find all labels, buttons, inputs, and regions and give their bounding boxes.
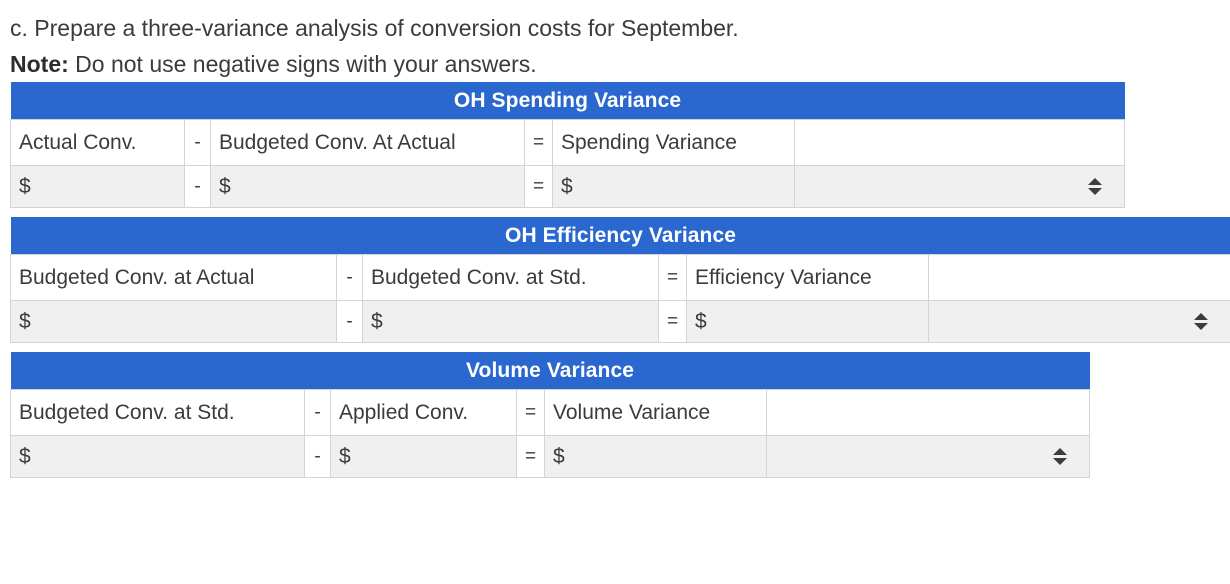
input-term1[interactable]: $: [10, 435, 305, 478]
input-term2[interactable]: $: [330, 435, 517, 478]
operator-equals: =: [516, 435, 545, 478]
operator-minus: -: [304, 435, 331, 478]
oh-spending-variance-table: OH Spending Variance Actual Conv. - Budg…: [10, 82, 1126, 208]
table-title-row: OH Spending Variance: [10, 82, 1125, 120]
table-input-row: $ - $ = $: [10, 435, 1091, 478]
note-label: Note:: [10, 51, 69, 77]
input-result[interactable]: $: [552, 165, 795, 208]
header-term1: Actual Conv.: [10, 119, 185, 166]
variance-type-select[interactable]: [765, 435, 1091, 478]
operator-minus: -: [336, 300, 363, 343]
operator-equals: =: [524, 165, 553, 208]
up-down-arrows-icon: [1194, 311, 1209, 333]
operator-minus: -: [184, 165, 211, 208]
table-title: OH Spending Variance: [10, 82, 1125, 120]
currency-symbol: $: [219, 174, 231, 198]
note-text: Do not use negative signs with your answ…: [68, 51, 537, 77]
input-result[interactable]: $: [544, 435, 767, 478]
variance-type-select[interactable]: [927, 300, 1230, 343]
input-term1[interactable]: $: [10, 165, 185, 208]
header-operator-equals: =: [516, 389, 545, 436]
header-operator-minus: -: [184, 119, 211, 166]
header-select-blank: [765, 389, 1091, 436]
up-down-arrows-icon: [1088, 176, 1103, 198]
input-result[interactable]: $: [686, 300, 929, 343]
table-title-row: Volume Variance: [10, 352, 1090, 390]
input-term2[interactable]: $: [210, 165, 525, 208]
header-term1: Budgeted Conv. at Std.: [10, 389, 305, 436]
input-term1[interactable]: $: [10, 300, 337, 343]
oh-efficiency-variance-table: OH Efficiency Variance Budgeted Conv. at…: [10, 217, 1230, 343]
currency-symbol: $: [339, 444, 351, 468]
currency-symbol: $: [695, 309, 707, 333]
note-line: Note: Do not use negative signs with you…: [10, 46, 1230, 82]
table-title-row: OH Efficiency Variance: [10, 217, 1230, 255]
header-select-blank: [793, 119, 1126, 166]
up-down-arrows-icon: [1053, 446, 1068, 468]
table-header-row: Budgeted Conv. at Actual - Budgeted Conv…: [10, 254, 1230, 301]
header-operator-minus: -: [336, 254, 363, 301]
header-term2: Budgeted Conv. At Actual: [210, 119, 525, 166]
table-header-row: Actual Conv. - Budgeted Conv. At Actual …: [10, 119, 1126, 166]
table-title: Volume Variance: [10, 352, 1090, 390]
table-title: OH Efficiency Variance: [10, 217, 1230, 255]
operator-equals: =: [658, 300, 687, 343]
header-operator-equals: =: [524, 119, 553, 166]
table-header-row: Budgeted Conv. at Std. - Applied Conv. =…: [10, 389, 1091, 436]
intro-text-block: c. Prepare a three-variance analysis of …: [0, 0, 1230, 82]
header-result: Efficiency Variance: [686, 254, 929, 301]
header-term1: Budgeted Conv. at Actual: [10, 254, 337, 301]
currency-symbol: $: [371, 309, 383, 333]
worksheet-page: c. Prepare a three-variance analysis of …: [0, 0, 1230, 584]
currency-symbol: $: [19, 174, 31, 198]
volume-variance-table: Volume Variance Budgeted Conv. at Std. -…: [10, 352, 1091, 478]
currency-symbol: $: [553, 444, 565, 468]
input-term2[interactable]: $: [362, 300, 659, 343]
table-input-row: $ - $ = $: [10, 300, 1230, 343]
currency-symbol: $: [19, 309, 31, 333]
question-prompt: c. Prepare a three-variance analysis of …: [10, 15, 739, 41]
header-select-blank: [927, 254, 1230, 301]
currency-symbol: $: [561, 174, 573, 198]
currency-symbol: $: [19, 444, 31, 468]
variance-type-select[interactable]: [793, 165, 1126, 208]
header-result: Spending Variance: [552, 119, 795, 166]
header-term2: Applied Conv.: [330, 389, 517, 436]
header-operator-equals: =: [658, 254, 687, 301]
header-operator-minus: -: [304, 389, 331, 436]
header-term2: Budgeted Conv. at Std.: [362, 254, 659, 301]
table-input-row: $ - $ = $: [10, 165, 1126, 208]
header-result: Volume Variance: [544, 389, 767, 436]
